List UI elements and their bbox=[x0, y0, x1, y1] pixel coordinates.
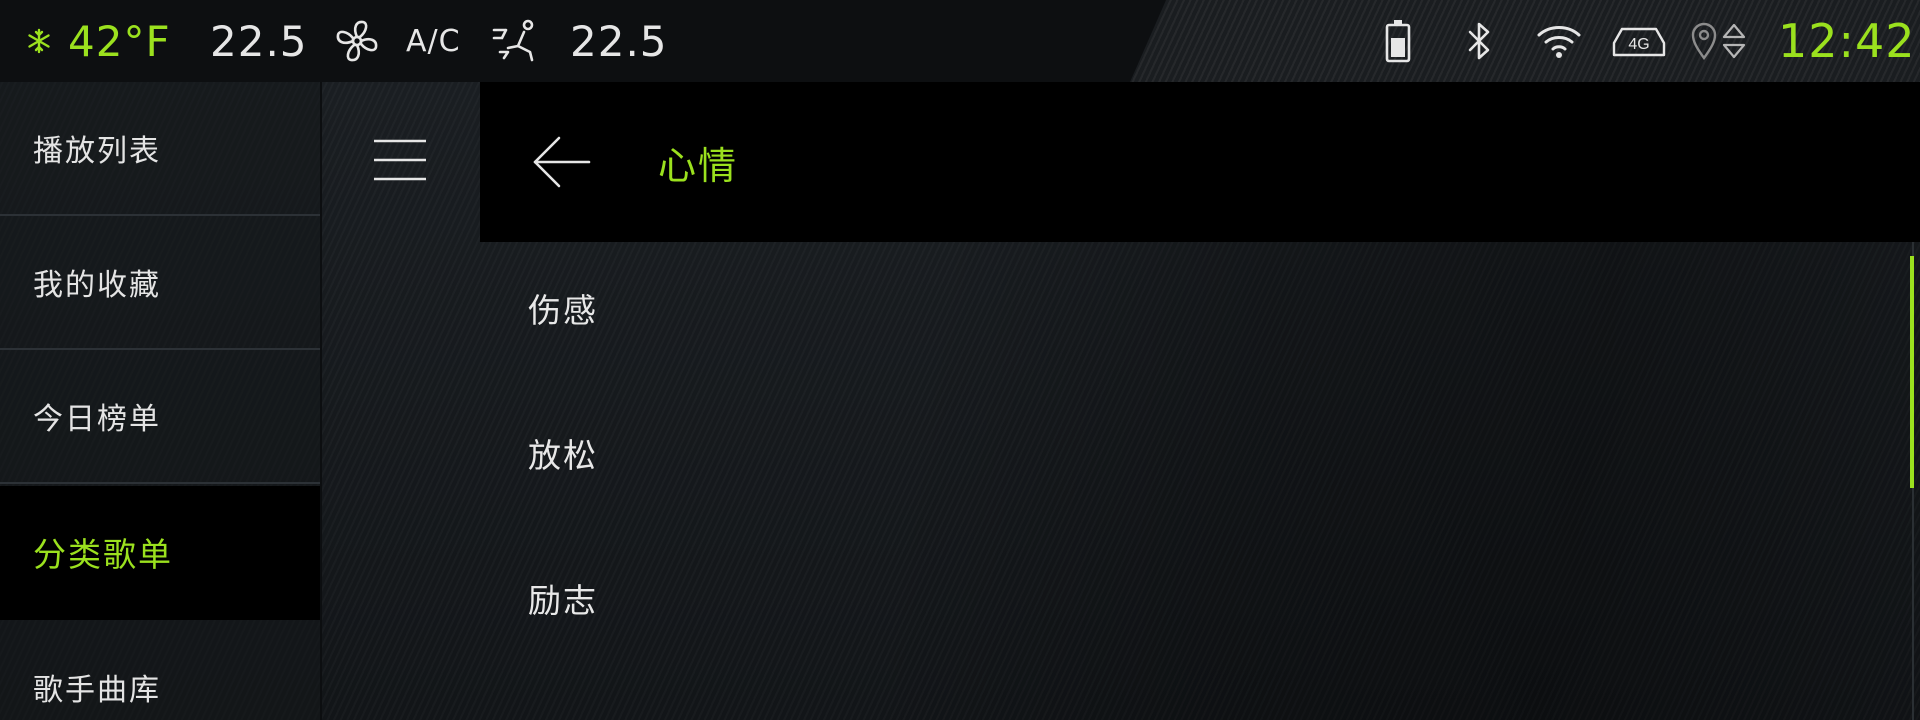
location-icon bbox=[1690, 0, 1718, 82]
clock: 12:42 bbox=[1778, 14, 1916, 68]
list-item-label: 放松 bbox=[528, 436, 598, 475]
hamburger-menu-icon bbox=[374, 139, 426, 181]
sidebar-item-label: 分类歌单 bbox=[33, 535, 173, 574]
sidebar-item-label: 播放列表 bbox=[33, 134, 161, 169]
sidebar-item-playlist[interactable]: 播放列表 bbox=[0, 82, 320, 216]
back-arrow-icon bbox=[533, 136, 591, 188]
sidebar-item-label: 今日榜单 bbox=[33, 402, 161, 437]
driver-temperature[interactable]: 22.5 bbox=[210, 0, 308, 82]
sidebar-item-category-playlists[interactable]: 分类歌单 bbox=[0, 486, 320, 620]
list-item-label: 伤感 bbox=[528, 291, 598, 330]
list-item-sad[interactable]: 伤感 bbox=[528, 258, 598, 358]
sidebar-divider bbox=[320, 82, 322, 720]
wifi-icon bbox=[1536, 0, 1582, 82]
list-item-label: 励志 bbox=[528, 581, 598, 620]
fan-icon[interactable] bbox=[334, 0, 380, 82]
list-item-relax[interactable]: 放松 bbox=[528, 403, 598, 503]
navigation-arrows-icon bbox=[1722, 0, 1746, 82]
network-label: 4G bbox=[1628, 36, 1649, 53]
background-shade bbox=[480, 242, 1920, 720]
list-item-inspirational[interactable]: 励志 bbox=[528, 548, 598, 648]
ac-button[interactable]: A/C bbox=[406, 0, 461, 82]
content-header: 心情 bbox=[480, 82, 1920, 242]
outside-temperature: 42°F bbox=[68, 16, 171, 66]
snowflake-icon bbox=[26, 0, 52, 82]
sidebar: 播放列表 我的收藏 今日榜单 分类歌单 歌手曲库 bbox=[0, 82, 320, 720]
menu-button[interactable] bbox=[360, 120, 440, 200]
sidebar-item-artist-library[interactable]: 歌手曲库 bbox=[0, 620, 320, 720]
sidebar-item-daily-chart[interactable]: 今日榜单 bbox=[0, 350, 320, 484]
passenger-temperature[interactable]: 22.5 bbox=[570, 0, 668, 82]
network-4g-icon: 4G bbox=[1612, 0, 1666, 82]
status-bar: 42°F 22.5 A/C 22.5 4G 12:42 bbox=[0, 0, 1920, 82]
sidebar-item-label: 歌手曲库 bbox=[33, 673, 161, 708]
music-app-screen: 42°F 22.5 A/C 22.5 4G 12:42 播放列表 我的收藏 今日… bbox=[0, 0, 1920, 720]
page-title: 心情 bbox=[658, 143, 739, 188]
bluetooth-icon bbox=[1464, 0, 1494, 82]
seat-airflow-icon[interactable] bbox=[490, 0, 538, 82]
sidebar-item-favorites[interactable]: 我的收藏 bbox=[0, 216, 320, 350]
sidebar-item-label: 我的收藏 bbox=[33, 268, 161, 303]
back-button[interactable] bbox=[520, 120, 604, 204]
battery-icon bbox=[1384, 0, 1412, 82]
scrollbar-thumb[interactable] bbox=[1910, 256, 1914, 488]
